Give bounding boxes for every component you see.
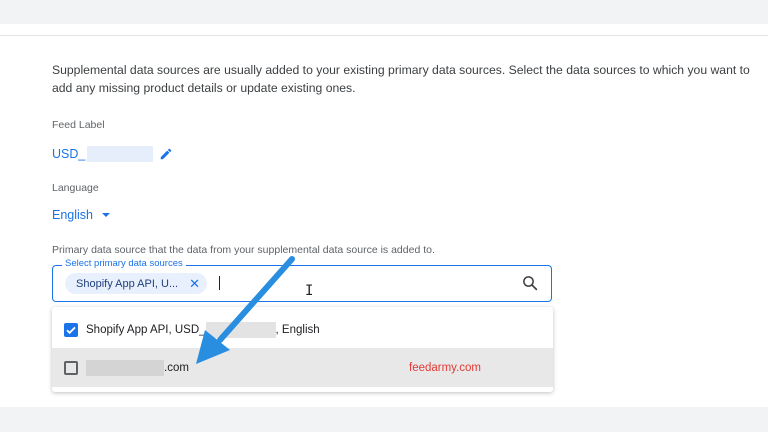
checkbox-unchecked-icon[interactable] (64, 360, 78, 375)
watermark-text: feedarmy.com (409, 361, 482, 374)
option-label-prefix: Shopify App API, USD_ (86, 323, 206, 336)
feed-label-heading: Feed Label (52, 119, 105, 131)
option-label-suffix: , English (275, 323, 320, 336)
option-label-suffix: .com (164, 361, 189, 374)
description-text: Supplemental data sources are usually ad… (52, 63, 750, 95)
search-icon[interactable] (521, 274, 539, 292)
mouse-ibeam-cursor: I (305, 283, 314, 299)
header-divider (0, 35, 768, 36)
edit-pencil-icon[interactable] (159, 147, 173, 161)
primary-source-select[interactable]: Select primary data sources Shopify App … (52, 258, 552, 302)
language-dropdown[interactable]: English (52, 208, 110, 222)
language-heading: Language (52, 182, 99, 194)
select-legend: Select primary data sources (62, 258, 186, 269)
source-dropdown-list: Shopify App API, USD_ , English .com fee… (52, 307, 553, 392)
feed-label-prefix: USD_ (52, 147, 86, 161)
bottom-band (0, 407, 768, 432)
dropdown-option[interactable]: Shopify App API, USD_ , English (52, 310, 553, 349)
primary-source-helper: Primary data source that the data from y… (52, 244, 435, 256)
chip-label: Shopify App API, U... (76, 277, 179, 290)
language-value: English (52, 208, 93, 222)
checkbox-checked-icon[interactable] (64, 322, 78, 337)
redacted-text (205, 321, 276, 338)
text-cursor-icon (219, 276, 220, 290)
redacted-text (86, 359, 164, 376)
feed-label-value[interactable]: USD_ (52, 146, 173, 162)
redacted-feed-label (87, 146, 154, 162)
chip-close-icon[interactable]: ✕ (189, 276, 200, 291)
dropdown-option[interactable]: .com feedarmy.com (52, 348, 553, 387)
top-band (0, 0, 768, 24)
selected-source-chip[interactable]: Shopify App API, U... ✕ (65, 273, 207, 294)
dropdown-caret-icon (102, 213, 110, 217)
option-label: .com (86, 359, 189, 376)
option-label: Shopify App API, USD_ , English (86, 321, 320, 338)
